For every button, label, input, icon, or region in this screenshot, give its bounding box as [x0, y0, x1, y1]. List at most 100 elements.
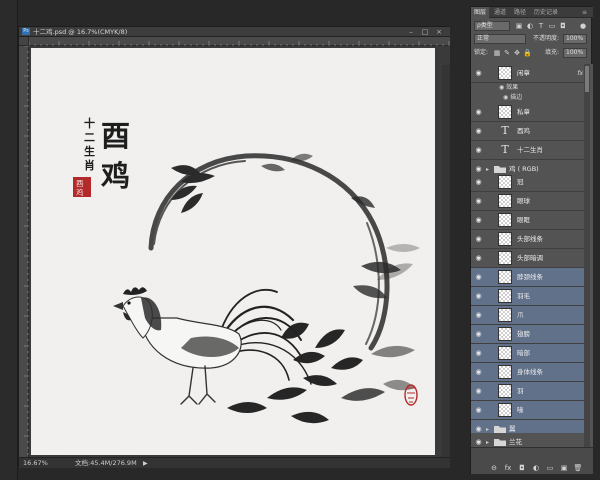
visibility-eye-icon[interactable]: ◉	[474, 197, 483, 205]
restore-icon[interactable]: □	[420, 28, 430, 36]
layer-row[interactable]: ◉ 冠	[471, 173, 585, 192]
layer-name[interactable]: 冠	[517, 173, 524, 192]
layer-effect-row[interactable]: ◉ 效果	[471, 83, 585, 93]
adjustment-icon[interactable]: ◐	[531, 464, 541, 473]
filter-adjust-icon[interactable]: ◐	[526, 22, 534, 30]
link-icon[interactable]: ⊖	[489, 464, 499, 473]
mask-icon[interactable]: ◘	[517, 464, 527, 473]
visibility-eye-icon[interactable]: ◉	[474, 292, 483, 300]
layer-fx-icon[interactable]: fx	[577, 64, 583, 83]
visibility-eye-icon[interactable]: ◉	[474, 69, 483, 77]
visibility-eye-icon[interactable]: ◉	[474, 387, 483, 395]
visibility-eye-icon[interactable]: ◉	[474, 146, 483, 154]
layer-name[interactable]: 头部线条	[517, 230, 543, 249]
fill-input[interactable]: 100%	[563, 48, 587, 58]
lock-pixels-icon[interactable]: ✎	[503, 49, 511, 57]
visibility-eye-icon[interactable]: ◉	[474, 368, 483, 376]
fx-icon[interactable]: fx	[503, 464, 513, 473]
panel-menu-icon[interactable]: ≡	[579, 7, 590, 18]
layer-name[interactable]: 眼眶	[517, 211, 530, 230]
minimize-icon[interactable]: –	[406, 28, 416, 36]
layer-row[interactable]: ◉ 眼眶	[471, 211, 585, 230]
lock-position-icon[interactable]: ✥	[513, 49, 521, 57]
layer-name[interactable]: 羽	[517, 382, 524, 401]
layer-row[interactable]: ◉ 喙	[471, 401, 585, 420]
layer-name[interactable]: 私章	[517, 103, 530, 122]
layer-row[interactable]: ◉ 闲章 fx	[471, 64, 585, 83]
filter-pixel-icon[interactable]: ▣	[515, 22, 523, 30]
trash-icon[interactable]: 🗑	[573, 464, 583, 473]
layer-name[interactable]: 爪	[517, 306, 524, 325]
visibility-eye-icon[interactable]: ◉	[474, 108, 483, 116]
filter-shape-icon[interactable]: ▭	[548, 22, 556, 30]
layer-list-scrollbar[interactable]	[584, 64, 590, 447]
layer-row[interactable]: ◉ 爪	[471, 306, 585, 325]
folder-expand-icon[interactable]: ▸	[486, 433, 489, 447]
status-menu-arrow-icon[interactable]: ▶	[143, 458, 148, 469]
filter-smart-icon[interactable]: ◘	[559, 22, 567, 30]
new-layer-icon[interactable]: ▣	[559, 464, 569, 473]
lock-transparent-icon[interactable]: ▦	[493, 49, 501, 57]
visibility-eye-icon[interactable]: ◉	[474, 254, 483, 262]
layer-name[interactable]: 酉鸡	[517, 122, 530, 141]
layer-name[interactable]: 兰花	[509, 433, 522, 447]
visibility-eye-icon[interactable]: ◉	[474, 425, 483, 433]
layer-name[interactable]: 喙	[517, 401, 524, 420]
visibility-eye-icon[interactable]: ◉	[474, 349, 483, 357]
layer-name[interactable]: 头部暗调	[517, 249, 543, 268]
layer-row[interactable]: ◉ ▸ 兰花	[471, 433, 585, 447]
layer-name[interactable]: 翅膀	[517, 325, 530, 344]
visibility-eye-icon[interactable]: ◉	[474, 438, 483, 446]
close-icon[interactable]: ×	[434, 28, 444, 36]
visibility-eye-icon[interactable]: ◉	[474, 235, 483, 243]
layer-effect-row[interactable]: ◉ 描边	[471, 93, 585, 103]
group-icon[interactable]: ▭	[545, 464, 555, 473]
layer-name[interactable]: 闲章	[517, 64, 530, 83]
layer-scroll-thumb[interactable]	[585, 66, 589, 92]
visibility-eye-icon[interactable]: ◉	[474, 178, 483, 186]
filter-text-icon[interactable]: T	[537, 22, 545, 30]
layer-row[interactable]: ◉ 眼球	[471, 192, 585, 211]
layer-name[interactable]: 羽毛	[517, 287, 530, 306]
tab-channels[interactable]: 通道	[491, 7, 509, 18]
layer-row[interactable]: ◉ 羽毛	[471, 287, 585, 306]
visibility-eye-icon[interactable]: ◉	[474, 127, 483, 135]
layer-filter-select[interactable]: ρ类型	[474, 21, 510, 31]
layer-name[interactable]: 暗部	[517, 344, 530, 363]
filter-toggle-icon[interactable]: ●	[579, 22, 587, 30]
layer-name[interactable]: 身体线条	[517, 363, 543, 382]
layer-row[interactable]: ◉ T 酉鸡	[471, 122, 585, 141]
blend-mode-select[interactable]: 正常	[474, 34, 526, 44]
vertical-scrollbar[interactable]	[442, 65, 450, 457]
layer-name[interactable]: 脖颈线条	[517, 268, 543, 287]
layer-row[interactable]: ◉ 翅膀	[471, 325, 585, 344]
zoom-level[interactable]: 16.67%	[23, 458, 48, 469]
layer-row[interactable]: ◉ 暗部	[471, 344, 585, 363]
horizontal-ruler[interactable]	[29, 37, 450, 46]
opacity-input[interactable]: 100%	[563, 34, 587, 44]
layer-row[interactable]: ◉ 脖颈线条	[471, 268, 585, 287]
layer-row[interactable]: ◉ 私章	[471, 103, 585, 122]
visibility-eye-icon[interactable]: ◉	[474, 406, 483, 414]
lock-all-icon[interactable]: 🔒	[523, 49, 532, 57]
layer-name[interactable]: 眼球	[517, 192, 530, 211]
layer-row[interactable]: ◉ T 十二生肖	[471, 141, 585, 160]
tab-history[interactable]: 历史记录	[531, 7, 561, 18]
layer-row[interactable]: ◉ 羽	[471, 382, 585, 401]
tab-paths[interactable]: 路径	[511, 7, 529, 18]
artwork-paper[interactable]: 十 二 生 肖 酉 鸡 酉 鸡	[31, 48, 435, 455]
ruler-corner[interactable]	[19, 37, 29, 46]
layer-row[interactable]: ◉ 头部线条	[471, 230, 585, 249]
layer-row[interactable]: ◉ 身体线条	[471, 363, 585, 382]
visibility-eye-icon[interactable]: ◉	[474, 216, 483, 224]
tab-layers[interactable]: 图层	[471, 7, 490, 18]
layer-name[interactable]: 十二生肖	[517, 141, 543, 160]
document-tab[interactable]: Ps 十二鸡.psd @ 16.7%(CMYK/8) – □ ×	[19, 27, 450, 37]
visibility-eye-icon[interactable]: ◉	[474, 311, 483, 319]
vertical-ruler[interactable]	[19, 46, 29, 457]
layer-row[interactable]: ◉ 头部暗调	[471, 249, 585, 268]
visibility-eye-icon[interactable]: ◉	[474, 273, 483, 281]
visibility-eye-icon[interactable]: ◉	[474, 330, 483, 338]
canvas-area[interactable]: 十 二 生 肖 酉 鸡 酉 鸡	[29, 46, 450, 457]
visibility-eye-icon[interactable]: ◉	[474, 165, 483, 173]
